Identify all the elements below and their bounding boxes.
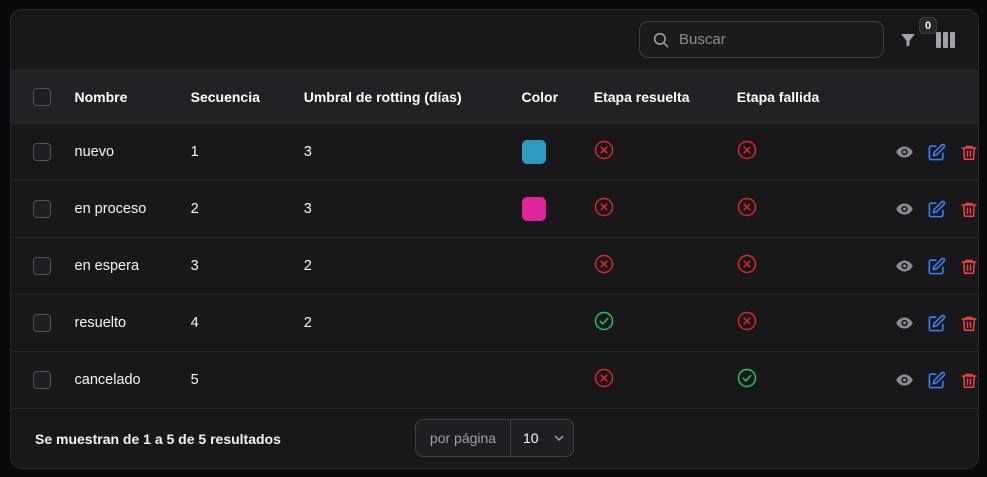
x-circle-icon [594, 197, 614, 221]
table-header-row: Nombre Secuencia Umbral de rotting (días… [11, 70, 978, 124]
check-circle-icon [594, 311, 614, 335]
pencil-square-icon[interactable] [927, 200, 946, 219]
row-checkbox[interactable] [33, 257, 51, 275]
table-row: nuevo 1 3 [11, 124, 978, 181]
trash-icon[interactable] [959, 257, 978, 276]
header-threshold[interactable]: Umbral de rotting (días) [304, 71, 522, 124]
cell-sequence: 4 [190, 315, 199, 331]
per-page-control: por página 10 [415, 419, 574, 457]
cell-threshold: 2 [303, 258, 312, 274]
eye-icon[interactable] [895, 314, 914, 333]
eye-icon[interactable] [895, 371, 914, 390]
select-all-checkbox[interactable] [33, 88, 51, 107]
cell-resolved [594, 181, 737, 238]
cell-threshold: 2 [303, 315, 312, 331]
cell-resolved [594, 238, 737, 295]
stages-table: Nombre Secuencia Umbral de rotting (días… [11, 70, 978, 409]
cell-failed [737, 352, 861, 409]
results-summary: Se muestran de 1 a 5 de 5 resultados [35, 431, 281, 447]
cell-actions [861, 352, 978, 409]
cell-name: resuelto [74, 315, 127, 331]
x-circle-icon [737, 254, 757, 278]
cell-failed [737, 181, 861, 238]
table-row: en espera 3 2 [11, 238, 978, 295]
funnel-icon [901, 34, 915, 47]
filter-button[interactable] [897, 29, 919, 51]
cell-sequence: 5 [190, 372, 199, 388]
pencil-square-icon[interactable] [927, 314, 946, 333]
cell-color [522, 295, 594, 352]
columns-toggle-button[interactable] [935, 30, 955, 50]
cell-sequence: 3 [190, 258, 199, 274]
row-checkbox[interactable] [33, 200, 51, 218]
pencil-square-icon[interactable] [927, 371, 946, 390]
cell-color [521, 124, 594, 181]
check-circle-icon [737, 368, 757, 392]
pencil-square-icon[interactable] [927, 257, 946, 276]
search-icon [653, 32, 669, 47]
color-swatch [521, 197, 546, 221]
eye-icon[interactable] [895, 257, 914, 276]
pencil-square-icon[interactable] [927, 143, 946, 162]
cell-failed [737, 124, 861, 181]
cell-threshold: 3 [303, 144, 312, 160]
cell-name: nuevo [74, 144, 115, 160]
x-circle-icon [737, 197, 757, 221]
x-circle-icon [737, 311, 757, 335]
cell-resolved [594, 295, 737, 352]
per-page-value: 10 [523, 430, 539, 446]
cell-sequence: 1 [190, 144, 199, 160]
cell-actions [861, 238, 978, 295]
cell-resolved [594, 124, 737, 181]
cell-name: en espera [74, 258, 140, 274]
header-failed[interactable]: Etapa fallida [737, 71, 861, 124]
eye-icon[interactable] [895, 143, 914, 162]
per-page-select[interactable]: 10 [511, 420, 573, 456]
trash-icon[interactable] [959, 371, 978, 390]
header-color[interactable]: Color [522, 71, 594, 124]
search-box[interactable] [639, 21, 884, 58]
cell-sequence: 2 [190, 201, 199, 217]
cell-actions [861, 295, 978, 352]
chevron-down-icon [554, 435, 563, 442]
cell-color [522, 352, 594, 409]
trash-icon[interactable] [959, 200, 978, 219]
cell-name: en proceso [74, 201, 147, 217]
x-circle-icon [594, 368, 614, 392]
cell-color [521, 181, 594, 238]
header-name[interactable]: Nombre [75, 71, 191, 124]
header-actions [861, 71, 978, 124]
cell-resolved [594, 352, 737, 409]
cell-actions [861, 181, 978, 238]
eye-icon[interactable] [895, 200, 914, 219]
cell-threshold [304, 352, 522, 409]
row-checkbox[interactable] [33, 143, 51, 161]
table-footer: Se muestran de 1 a 5 de 5 resultados por… [11, 409, 978, 468]
cell-actions [861, 124, 978, 181]
stages-table-card: 0 Nombre Secuencia Umbral de rotting (dí… [10, 9, 979, 469]
header-sequence[interactable]: Secuencia [191, 71, 304, 124]
trash-icon[interactable] [959, 314, 978, 333]
color-swatch [521, 140, 546, 164]
header-resolved[interactable]: Etapa resuelta [594, 71, 737, 124]
per-page-label: por página [416, 420, 511, 456]
row-checkbox[interactable] [33, 371, 51, 389]
cell-threshold: 3 [303, 201, 312, 217]
x-circle-icon [594, 140, 614, 164]
cell-name: cancelado [74, 372, 141, 388]
columns-icon [935, 32, 955, 48]
row-checkbox[interactable] [33, 314, 51, 332]
trash-icon[interactable] [959, 143, 978, 162]
table-toolbar: 0 [11, 10, 978, 70]
table-row: cancelado 5 [11, 352, 978, 409]
x-circle-icon [737, 140, 757, 164]
search-input[interactable] [679, 31, 859, 48]
table-row: en proceso 2 3 [11, 181, 978, 238]
table-row: resuelto 4 2 [11, 295, 978, 352]
cell-failed [737, 238, 861, 295]
x-circle-icon [594, 254, 614, 278]
cell-failed [737, 295, 861, 352]
cell-color [522, 238, 594, 295]
